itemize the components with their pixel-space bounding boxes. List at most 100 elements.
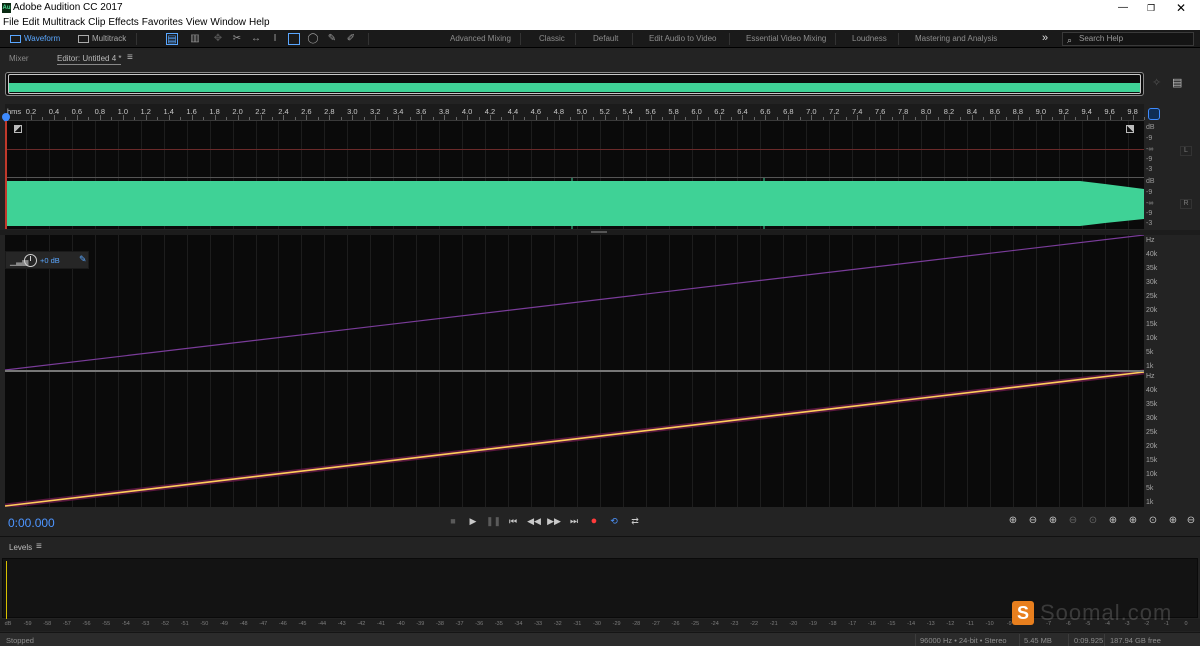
zoom-out-selection-icon[interactable]: ⊖ bbox=[1184, 514, 1198, 528]
left-channel-toggle[interactable]: L bbox=[1180, 146, 1192, 156]
zoom-in-time-icon[interactable]: ⊕ bbox=[1046, 514, 1060, 528]
spectral-frequency-display[interactable] bbox=[5, 235, 1144, 507]
waveform-view-button[interactable]: Waveform bbox=[8, 32, 64, 46]
zoom-out-amplitude-icon[interactable]: ⊖ bbox=[1026, 514, 1040, 528]
zoom-in-selection-icon[interactable]: ⊕ bbox=[1166, 514, 1180, 528]
search-help-input[interactable]: ⌕ Search Help bbox=[1062, 32, 1194, 46]
loop-icon[interactable]: ⟲ bbox=[607, 514, 621, 528]
ruler-tick-label: 0.2 bbox=[25, 107, 37, 116]
ruler-tick-label: 9.4 bbox=[1081, 107, 1092, 116]
time-selection-tool-icon[interactable]: I bbox=[269, 33, 281, 45]
levels-scale-label: -48 bbox=[239, 621, 248, 627]
zoom-in-amplitude-icon[interactable]: ⊕ bbox=[1006, 514, 1020, 528]
levels-scale-label: -44 bbox=[318, 621, 327, 627]
menu-edit[interactable]: Edit bbox=[19, 16, 39, 29]
menu-help[interactable]: Help bbox=[246, 16, 270, 29]
menu-file[interactable]: File bbox=[0, 16, 19, 29]
workspace-divider bbox=[575, 33, 576, 45]
workspace-essential-video-mixing[interactable]: Essential Video Mixing bbox=[746, 34, 826, 43]
levels-scale-label: -52 bbox=[161, 621, 170, 627]
go-to-end-icon[interactable]: ⏭ bbox=[567, 514, 581, 528]
gain-knob[interactable] bbox=[24, 254, 37, 267]
overview-navigator[interactable] bbox=[5, 72, 1144, 96]
ruler-minor-tick bbox=[226, 117, 228, 120]
skip-selection-icon[interactable]: ⇄ bbox=[628, 514, 642, 528]
zoom-selection-icon[interactable]: ⊙ bbox=[1146, 514, 1160, 528]
slip-tool-icon[interactable]: ↔ bbox=[250, 33, 262, 45]
ruler-tick-label: 0.6 bbox=[71, 107, 83, 116]
ruler-tick-label: 9.6 bbox=[1104, 107, 1115, 116]
ruler-minor-tick bbox=[65, 117, 67, 120]
workspace-divider bbox=[632, 33, 633, 45]
right-channel-waveform bbox=[7, 178, 1144, 229]
minimize-button[interactable]: — bbox=[1108, 1, 1138, 15]
spectral-pitch-tool-icon[interactable]: ▥ bbox=[189, 33, 201, 45]
spectral-display-tool-icon[interactable]: ▤ bbox=[166, 33, 178, 45]
lasso-selection-tool-icon[interactable]: ◯ bbox=[307, 33, 319, 45]
splitter-grip-icon bbox=[591, 231, 607, 233]
razor-tool-icon[interactable]: ✂ bbox=[231, 33, 243, 45]
menu-multitrack[interactable]: Multitrack bbox=[39, 16, 85, 29]
levels-menu-icon[interactable]: ≡ bbox=[36, 541, 42, 552]
zoom-in-right-icon[interactable]: ⊕ bbox=[1126, 514, 1140, 528]
go-to-start-icon[interactable]: ⏮ bbox=[506, 514, 520, 528]
workspace-classic[interactable]: Classic bbox=[539, 34, 565, 43]
right-channel-toggle[interactable]: R bbox=[1180, 199, 1192, 209]
spot-healing-brush-tool-icon[interactable]: ✐ bbox=[345, 33, 357, 45]
workspace-edit-audio-to-video[interactable]: Edit Audio to Video bbox=[649, 34, 716, 43]
audition-window: { "window": { "title": "Adobe Audition C… bbox=[0, 0, 1200, 646]
ruler-minor-tick bbox=[1052, 117, 1054, 120]
stop-icon[interactable]: ■ bbox=[446, 514, 460, 528]
levels-scale-label: -42 bbox=[357, 621, 366, 627]
zoom-out-full-icon[interactable]: ⊙ bbox=[1086, 514, 1100, 528]
workspace-default[interactable]: Default bbox=[593, 34, 618, 43]
fast-forward-icon[interactable]: ▶▶ bbox=[547, 514, 561, 528]
rewind-icon[interactable]: ◀◀ bbox=[527, 514, 541, 528]
workspace-advanced-mixing[interactable]: Advanced Mixing bbox=[450, 34, 511, 43]
ruler-minor-tick bbox=[88, 117, 90, 120]
watermark-text: Soomal.com bbox=[1040, 600, 1173, 625]
zoom-navigator-icon[interactable]: ✧ bbox=[1152, 76, 1161, 89]
levels-scale-label: -15 bbox=[887, 621, 896, 627]
levels-scale-label: -55 bbox=[102, 621, 111, 627]
workspace-loudness[interactable]: Loudness bbox=[852, 34, 887, 43]
active-tab-indicator bbox=[57, 64, 121, 65]
panel-menu-icon[interactable]: ≡ bbox=[127, 52, 133, 63]
maximize-button[interactable]: ❐ bbox=[1136, 1, 1166, 15]
menu-window[interactable]: Window bbox=[207, 16, 246, 29]
panel-options-icon[interactable]: ▤ bbox=[1172, 76, 1182, 89]
tab-mixer[interactable]: Mixer bbox=[9, 54, 29, 63]
workspace-mastering-and-analysis[interactable]: Mastering and Analysis bbox=[915, 34, 997, 43]
move-tool-icon[interactable]: ✥ bbox=[212, 33, 224, 45]
ruler-tick-label: 5.0 bbox=[576, 107, 588, 116]
levels-scale-label: -33 bbox=[534, 621, 543, 627]
menu-favorites[interactable]: Favorites bbox=[139, 16, 183, 29]
time-ruler[interactable]: hms 0.2 0.4 0.6 0.8 1.0 1.2 1.4 1.6 1.8 2.0 2.2 2.4… bbox=[5, 104, 1146, 121]
levels-scale-label: -46 bbox=[278, 621, 287, 627]
tab-editor[interactable]: Editor: Untitled 4 * bbox=[57, 54, 121, 63]
menu-clip[interactable]: Clip bbox=[85, 16, 105, 29]
menu-view[interactable]: View bbox=[183, 16, 208, 29]
record-icon[interactable]: ● bbox=[587, 514, 601, 528]
levels-scale-label: -12 bbox=[946, 621, 955, 627]
ruler-tick-label: 7.6 bbox=[874, 107, 886, 116]
zoom-out-time-icon[interactable]: ⊖ bbox=[1066, 514, 1080, 528]
marquee-selection-tool-icon[interactable] bbox=[288, 33, 300, 45]
multitrack-label: Multitrack bbox=[92, 34, 127, 43]
workspace-overflow-button[interactable]: » bbox=[1042, 32, 1048, 44]
levels-scale-label: -41 bbox=[377, 621, 386, 627]
menu-effects[interactable]: Effects bbox=[105, 16, 138, 29]
multitrack-view-button[interactable]: Multitrack bbox=[76, 32, 130, 46]
overview-visible-range-handle[interactable] bbox=[8, 74, 1141, 94]
play-icon[interactable]: ▶ bbox=[466, 514, 480, 528]
levels-title[interactable]: Levels bbox=[9, 543, 32, 552]
close-button[interactable]: ✕ bbox=[1166, 1, 1196, 15]
pin-icon[interactable]: ✎ bbox=[79, 254, 87, 265]
levels-scale-label: -27 bbox=[651, 621, 660, 627]
pause-icon[interactable]: ❚❚ bbox=[486, 514, 501, 528]
paintbrush-selection-tool-icon[interactable]: ✎ bbox=[326, 33, 338, 45]
zoom-in-left-icon[interactable]: ⊕ bbox=[1106, 514, 1120, 528]
snap-toggle-button[interactable] bbox=[1148, 108, 1160, 120]
gain-hud: ▁▃▅ +0 dB ✎ bbox=[5, 251, 89, 269]
current-time-display[interactable]: 0:00.000 bbox=[8, 516, 55, 530]
